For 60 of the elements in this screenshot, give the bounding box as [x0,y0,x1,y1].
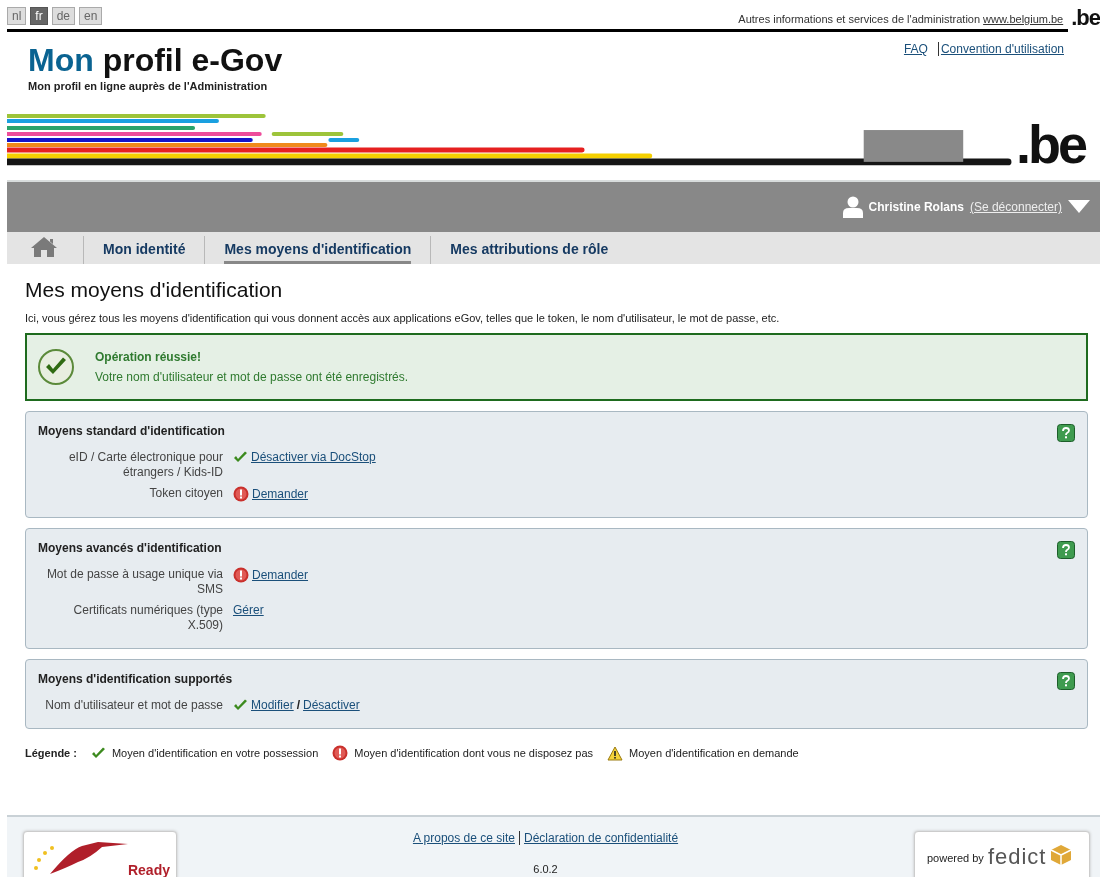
action-link[interactable]: Demander [252,567,309,583]
user-name: Christine Rolans [868,200,964,214]
language-button[interactable]: de [51,7,76,25]
footer-link[interactable]: A propos de ce site [408,831,519,845]
method-label: Certificats numériques (type X.509) [72,603,223,633]
error-icon [233,486,249,502]
check-circle-icon [37,348,75,386]
top-info-text: Autres informations et services de l'administration www.belgium.be [738,13,1064,25]
warning-icon [607,745,624,761]
nav-tab[interactable]: Mes attributions de rôle [430,236,628,264]
action-link[interactable]: Modifier [251,698,294,713]
check-icon [233,451,248,464]
powered-by-text: powered by [927,852,984,864]
version-text: 6.0.2 [532,863,559,875]
action-link[interactable]: Désactiver via DocStop [251,450,376,465]
header-link[interactable]: FAQ [901,42,930,56]
method-label: Token citoyen [148,486,223,501]
language-button[interactable]: en [79,7,103,25]
intro-text: Ici, vous gérez tous les moyens d'identification qui vous donnent accès aux applications eGov, telles que le token, le nom d'utilisateur, le mot de passe, etc. [25,312,781,324]
home-icon [31,236,57,258]
badge-text: Ready [127,862,170,877]
cube-icon [1050,844,1073,866]
nav-tab[interactable]: Mes moyens d'identification [204,236,431,264]
language-button[interactable]: fr [30,7,48,25]
help-icon[interactable] [1057,541,1075,559]
check-icon [90,746,106,760]
action-link[interactable]: Gérer [233,603,264,618]
method-label: eID / Carte électronique pour étrangers / Kids-ID [67,450,223,480]
error-icon [332,745,349,761]
legend-text: Moyen d'identification en votre possession [111,747,319,759]
site-subtitle: Mon profil en ligne auprès de l'Administration [28,80,269,92]
partner-logo-text: fedict [987,844,1047,870]
section-title: Moyens avancés d'identification [38,541,222,555]
header-link[interactable]: Convention d'utilisation [937,42,1066,56]
legend-text: Moyen d'identification dont vous ne disposez pas [354,747,594,759]
alert-message: Votre nom d'utilisateur et mot de passe ont été enregistrés. [95,370,409,384]
user-icon [842,196,863,218]
nav-tab[interactable]: Mon identité [83,236,205,264]
language-button[interactable]: nl [7,7,27,25]
action-link[interactable]: Désactiver [303,698,360,713]
link-separator: / [296,698,301,713]
dropdown-caret-icon[interactable] [1068,200,1090,214]
be-logo: .be [1071,7,1100,29]
footer-link[interactable]: Déclaration de confidentialité [519,831,683,845]
help-icon[interactable] [1057,672,1075,690]
error-icon [233,567,249,583]
check-icon [233,699,248,712]
action-link[interactable]: Demander [252,486,309,502]
help-icon[interactable] [1057,424,1075,442]
section-title: Moyens standard d'identification [38,424,225,438]
site-title: Mon profil e-Gov [28,42,283,78]
legend-text: Moyen d'identification en demande [629,747,799,759]
method-label: Nom d'utilisateur et mot de passe [44,698,223,713]
alert-title: Opération réussie! [95,350,203,364]
be-logo: .be [1015,122,1085,166]
page-title: Mes moyens d'identification [25,278,284,302]
legend-label: Légende : [25,747,77,759]
belgium-link[interactable]: www.belgium.be [983,13,1064,25]
section-title: Moyens d'identification supportés [38,672,233,686]
method-label: Mot de passe à usage unique via SMS [45,567,223,597]
